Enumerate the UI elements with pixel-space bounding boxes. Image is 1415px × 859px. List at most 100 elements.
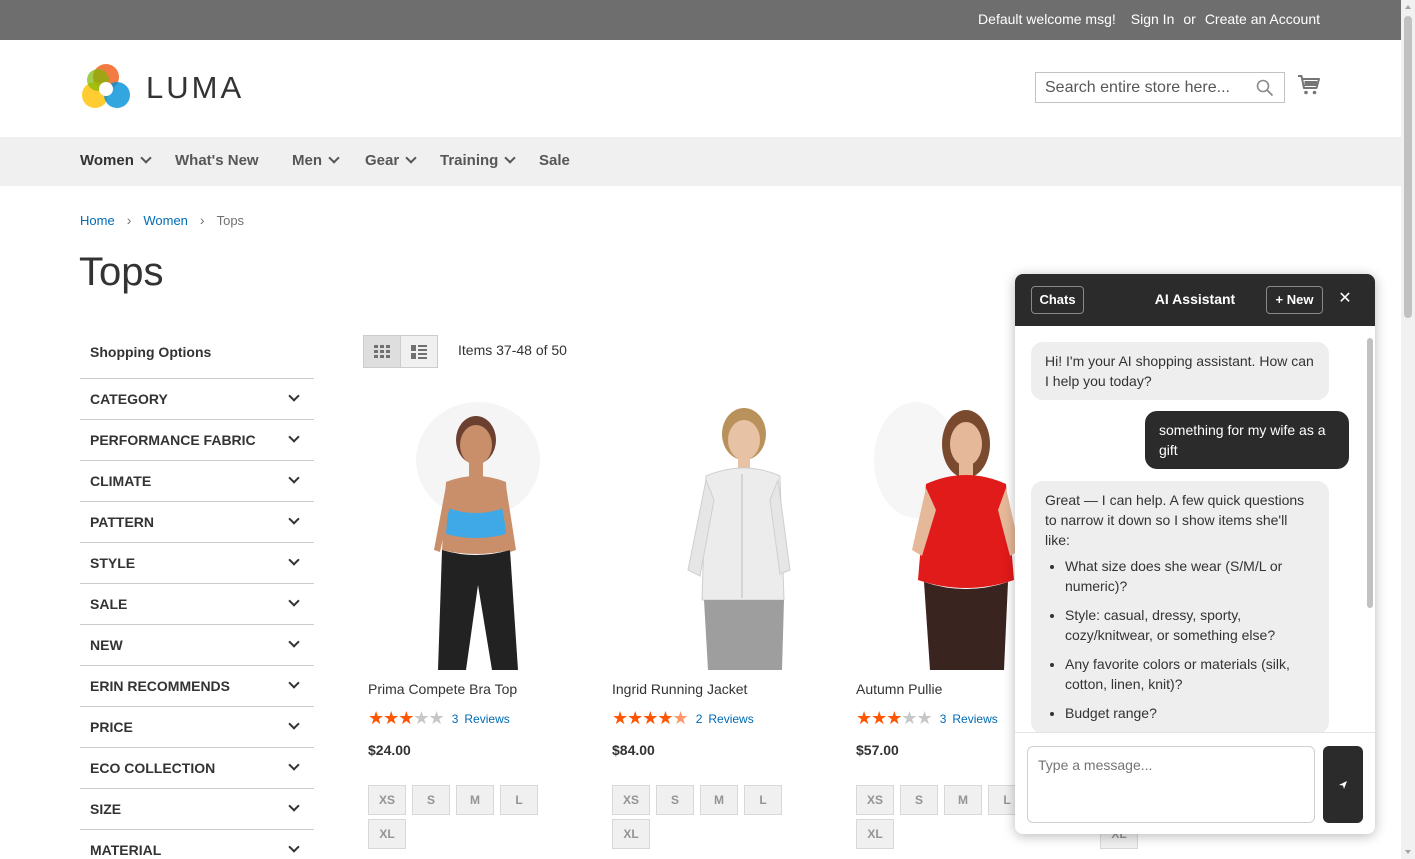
reviews-count: 2	[695, 711, 703, 726]
chat-messages[interactable]: Hi! I'm your AI shopping assistant. How …	[1015, 326, 1375, 732]
chevron-down-icon	[288, 718, 300, 730]
logo-text: LUMA	[146, 70, 245, 105]
reviews-link[interactable]: 3 Reviews	[940, 712, 998, 726]
active-nav-indicator	[0, 137, 1401, 140]
product-name[interactable]: Ingrid Running Jacket	[612, 681, 747, 697]
luma-logo[interactable]: LUMA	[80, 62, 250, 114]
size-swatch[interactable]: S	[656, 785, 694, 815]
size-swatch[interactable]: L	[500, 785, 538, 815]
scroll-up-icon[interactable]	[1405, 5, 1411, 9]
reviews-label: Reviews	[708, 711, 754, 726]
reviews-link[interactable]: 3 Reviews	[452, 712, 510, 726]
product-name[interactable]: Autumn Pullie	[856, 681, 942, 697]
filter-label: ERIN RECOMMENDS	[90, 678, 231, 694]
filter-style[interactable]: STYLE	[80, 543, 314, 584]
filter-climate[interactable]: CLIMATE	[80, 461, 314, 502]
product-price: $57.00	[856, 742, 899, 758]
reviews-link[interactable]: 2 Reviews	[696, 712, 754, 726]
size-swatch[interactable]: S	[900, 785, 938, 815]
chat-input-area	[1015, 732, 1375, 834]
product-rating: ★★★★★ 3 Reviews	[368, 708, 510, 729]
reviews-label: Reviews	[464, 711, 510, 726]
filter-sale[interactable]: SALE	[80, 584, 314, 625]
list-view-button[interactable]	[400, 336, 437, 367]
grid-view-icon	[373, 344, 390, 358]
size-swatch[interactable]: XS	[856, 785, 894, 815]
size-swatch[interactable]: M	[944, 785, 982, 815]
reviews-count: 3	[451, 711, 459, 726]
filter-eco-collection[interactable]: ECO COLLECTION	[80, 748, 314, 789]
size-swatch[interactable]: XL	[368, 819, 406, 849]
filter-new[interactable]: NEW	[80, 625, 314, 666]
luma-logo-icon	[82, 64, 130, 108]
list-item: Budget range?	[1065, 703, 1315, 723]
search-box[interactable]	[1035, 72, 1285, 103]
grid-view-button[interactable]	[364, 336, 401, 367]
filter-material[interactable]: MATERIAL	[80, 830, 314, 859]
chevron-down-icon	[288, 759, 300, 771]
size-swatch[interactable]: XS	[612, 785, 650, 815]
product-rating: ★★★★★ 2 Reviews	[612, 708, 754, 729]
filter-price[interactable]: PRICE	[80, 707, 314, 748]
sign-in-link[interactable]: Sign In	[1131, 11, 1175, 27]
breadcrumb-separator-icon: ›	[126, 212, 132, 228]
product-image-prima-compete-bra-top[interactable]	[368, 400, 558, 670]
scroll-down-icon[interactable]	[1405, 850, 1411, 854]
breadcrumb-home[interactable]: Home	[80, 213, 115, 228]
nav-item-whats-new[interactable]: What's New	[175, 137, 259, 186]
size-swatch[interactable]: M	[700, 785, 738, 815]
scrollbar-thumb[interactable]	[1404, 16, 1412, 318]
chevron-down-icon	[288, 677, 300, 689]
chevron-down-icon	[288, 472, 300, 484]
nav-item-sale[interactable]: Sale	[539, 137, 570, 186]
new-chat-button[interactable]: + New	[1266, 286, 1323, 314]
nav-label: Men	[292, 152, 322, 169]
toolbar-amount: Items 37-48 of 50	[458, 342, 567, 358]
page-scrollbar[interactable]	[1401, 0, 1415, 859]
search-input[interactable]	[1036, 73, 1246, 102]
filter-label: CATEGORY	[90, 391, 168, 407]
or-text: or	[1183, 11, 1196, 27]
product-name[interactable]: Prima Compete Bra Top	[368, 681, 517, 697]
size-swatch[interactable]: L	[744, 785, 782, 815]
close-icon[interactable]: ✕	[1337, 289, 1353, 309]
filter-size[interactable]: SIZE	[80, 789, 314, 830]
chat-scrollbar-thumb[interactable]	[1367, 338, 1373, 608]
product-price: $24.00	[368, 742, 411, 758]
create-account-link[interactable]: Create an Account	[1205, 11, 1320, 27]
filter-pattern[interactable]: PATTERN	[80, 502, 314, 543]
filter-label: MATERIAL	[90, 842, 162, 858]
rating-stars-icon: ★★★★★	[368, 708, 445, 728]
size-swatch[interactable]: M	[456, 785, 494, 815]
nav-label: Sale	[539, 152, 570, 169]
breadcrumb: Home › Women › Tops	[80, 212, 244, 228]
user-message: something for my wife as a gift	[1145, 411, 1349, 469]
sidebar-filters: Shopping Options CATEGORY PERFORMANCE FA…	[80, 331, 314, 859]
filter-label: STYLE	[90, 555, 136, 571]
size-swatch[interactable]: XL	[856, 819, 894, 849]
breadcrumb-current: Tops	[216, 213, 245, 228]
nav-label: What's New	[175, 152, 259, 169]
nav-item-gear[interactable]: Gear	[365, 137, 417, 186]
filter-label: ECO COLLECTION	[90, 760, 216, 776]
main-navigation: Women What's New Men Gear Training Sale	[0, 137, 1401, 186]
chevron-down-icon	[288, 390, 300, 402]
nav-item-women[interactable]: Women	[80, 137, 152, 186]
cart-icon[interactable]	[1297, 73, 1321, 97]
search-icon[interactable]	[1256, 79, 1274, 97]
filter-erin-recommends[interactable]: ERIN RECOMMENDS	[80, 666, 314, 707]
product-image-ingrid-running-jacket[interactable]	[612, 400, 802, 670]
breadcrumb-women[interactable]: Women	[143, 213, 188, 228]
view-mode-switcher	[363, 335, 438, 368]
send-button[interactable]	[1323, 746, 1363, 823]
nav-item-men[interactable]: Men	[292, 137, 340, 186]
chat-message-input[interactable]	[1027, 746, 1315, 823]
nav-item-training[interactable]: Training	[440, 137, 517, 186]
filter-performance-fabric[interactable]: PERFORMANCE FABRIC	[80, 420, 314, 461]
ai-assistant-chat: Chats AI Assistant + New ✕ Hi! I'm your …	[1015, 274, 1375, 834]
size-swatch[interactable]: S	[412, 785, 450, 815]
size-swatch[interactable]: XS	[368, 785, 406, 815]
filter-category[interactable]: CATEGORY	[80, 379, 314, 420]
product-rating: ★★★★★ 3 Reviews	[856, 708, 998, 729]
size-swatch[interactable]: XL	[612, 819, 650, 849]
